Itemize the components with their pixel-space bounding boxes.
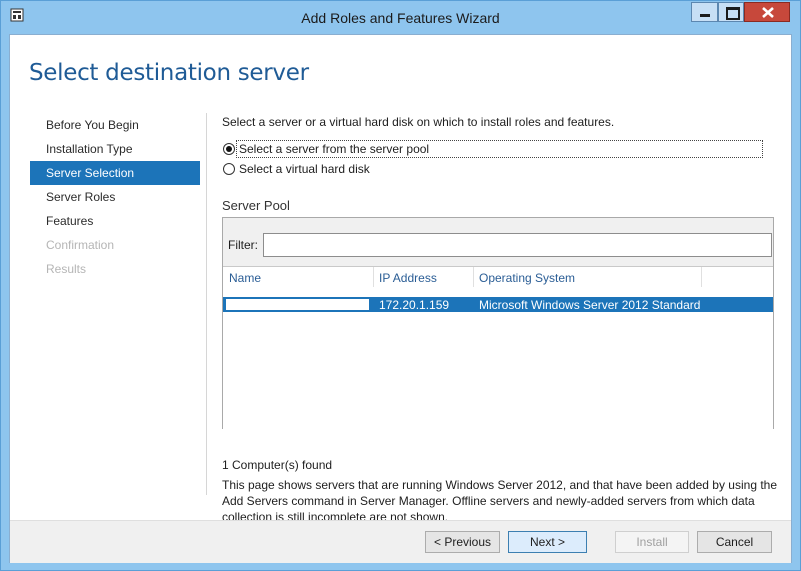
column-separator[interactable] (473, 267, 474, 287)
server-pool-radio[interactable] (223, 143, 235, 155)
wizard-header: Select destination server (10, 35, 791, 109)
column-header-operating-system[interactable]: Operating System (479, 271, 575, 285)
server-pool-panel: Filter: Name IP Address Operating System… (222, 217, 774, 429)
close-button[interactable] (744, 2, 790, 22)
virtual-hard-disk-radio-label[interactable]: Select a virtual hard disk (239, 161, 370, 177)
wizard-client-area: Select destination server Before You Beg… (9, 34, 792, 563)
nav-item-server-roles[interactable]: Server Roles (30, 185, 200, 209)
virtual-hard-disk-radio[interactable] (223, 163, 235, 175)
wizard-footer: < Previous Next > Install Cancel (10, 520, 791, 563)
column-header-ip-address[interactable]: IP Address (379, 271, 437, 285)
ip-address-cell: 172.20.1.159 (379, 298, 450, 312)
maximize-icon (726, 7, 740, 20)
cancel-button[interactable]: Cancel (697, 531, 772, 553)
nav-item-server-selection[interactable]: Server Selection (30, 161, 200, 185)
computers-found-count: 1 Computer(s) found (222, 458, 333, 472)
minimize-button[interactable] (691, 2, 718, 22)
server-list[interactable]: Name IP Address Operating System 172.20.… (223, 266, 773, 429)
server-pool-radio-label[interactable]: Select a server from the server pool (239, 141, 429, 157)
column-header-name[interactable]: Name (229, 271, 261, 285)
nav-item-results: Results (46, 262, 87, 276)
close-icon (762, 7, 774, 18)
maximize-button[interactable] (718, 2, 744, 22)
radio-selected-dot (226, 146, 232, 152)
nav-item-confirmation: Confirmation (46, 238, 115, 252)
server-pool-title: Server Pool (222, 198, 290, 213)
server-name-cell (226, 299, 369, 310)
nav-item-installation-type[interactable]: Installation Type (30, 137, 200, 161)
previous-button[interactable]: < Previous (425, 531, 500, 553)
instruction-text: Select a server or a virtual hard disk o… (222, 115, 615, 129)
next-button[interactable]: Next > (508, 531, 587, 553)
server-pool-description: This page shows servers that are running… (222, 478, 778, 524)
window-title: Add Roles and Features Wizard (301, 10, 500, 26)
filter-label: Filter: (228, 238, 258, 252)
title-bar[interactable]: Add Roles and Features Wizard (1, 1, 800, 34)
table-row[interactable]: 172.20.1.159 Microsoft Windows Server 20… (223, 297, 773, 312)
nav-item-features[interactable]: Features (30, 209, 200, 233)
nav-divider (206, 113, 207, 495)
page-title: Select destination server (29, 60, 309, 86)
operating-system-cell: Microsoft Windows Server 2012 Standard (479, 298, 701, 312)
wizard-window: Add Roles and Features Wizard Select des… (0, 0, 801, 571)
wizard-steps-nav: Before You Begin Installation Type Serve… (30, 113, 200, 281)
server-list-header: Name IP Address Operating System (223, 267, 773, 289)
column-separator[interactable] (701, 267, 702, 287)
filter-input[interactable] (263, 233, 772, 257)
minimize-icon (700, 14, 710, 17)
column-separator[interactable] (373, 267, 374, 287)
nav-item-before-you-begin[interactable]: Before You Begin (30, 113, 200, 137)
install-button: Install (615, 531, 689, 553)
